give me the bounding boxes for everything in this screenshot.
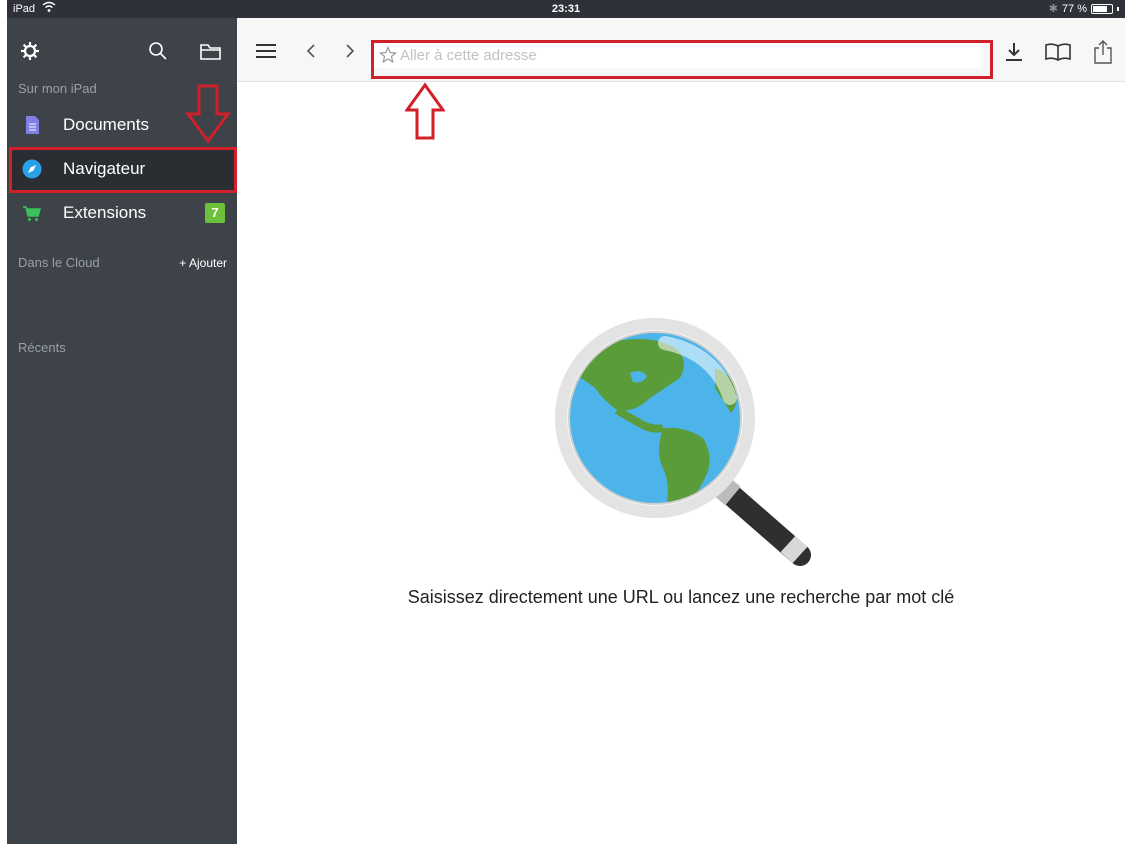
section-label-cloud: Dans le Cloud bbox=[18, 255, 100, 270]
section-label-recent: Récents bbox=[18, 340, 66, 355]
annotation-arrow-up-icon bbox=[405, 82, 445, 140]
bookmarks-book-icon[interactable] bbox=[1044, 42, 1072, 62]
download-icon[interactable] bbox=[1003, 40, 1025, 64]
annotation-box-navigateur bbox=[9, 147, 237, 193]
status-bar: iPad 23:31 ✱ 77 % bbox=[7, 0, 1125, 18]
bluetooth-icon: ✱ bbox=[1048, 3, 1058, 15]
annotation-box-address-bar bbox=[371, 40, 993, 79]
app-window: iPad 23:31 ✱ 77 % Sur mon iPad Documents… bbox=[7, 0, 1125, 844]
sidebar-item-label: Extensions bbox=[63, 203, 147, 222]
section-label-local: Sur mon iPad bbox=[18, 81, 97, 96]
battery-tip bbox=[1117, 6, 1119, 11]
document-icon bbox=[26, 116, 39, 134]
extensions-count-badge: 7 bbox=[205, 203, 225, 223]
empty-state-hint: Saisissez directement une URL ou lancez … bbox=[407, 587, 955, 607]
globe-magnifier-icon bbox=[555, 318, 811, 566]
status-time: 23:31 bbox=[551, 3, 581, 15]
sidebar-toolbar bbox=[7, 18, 237, 82]
battery-percent: 77 % bbox=[1061, 2, 1087, 15]
cart-icon bbox=[23, 206, 41, 221]
settings-gear-icon[interactable] bbox=[19, 40, 41, 62]
search-icon[interactable] bbox=[147, 40, 169, 62]
menu-icon[interactable] bbox=[255, 42, 277, 60]
folder-icon[interactable] bbox=[199, 42, 223, 62]
forward-arrow-icon[interactable] bbox=[344, 42, 356, 60]
annotation-arrow-down-icon bbox=[185, 84, 231, 144]
add-cloud-button[interactable]: + Ajouter bbox=[179, 256, 227, 270]
sidebar-item-extensions[interactable]: Extensions 7 bbox=[9, 192, 235, 234]
status-right: ✱ 77 % bbox=[1049, 2, 1119, 15]
sidebar-item-label: Documents bbox=[63, 115, 149, 134]
battery-icon bbox=[1091, 3, 1113, 14]
share-icon[interactable] bbox=[1093, 39, 1113, 65]
back-arrow-icon[interactable] bbox=[305, 42, 317, 60]
browser-content: Saisissez directement une URL ou lancez … bbox=[237, 82, 1125, 844]
